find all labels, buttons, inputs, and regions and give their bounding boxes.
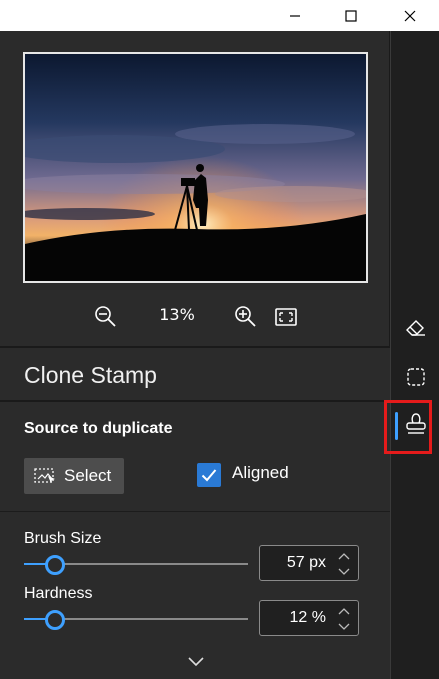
preview-image[interactable] [23, 52, 368, 283]
maximize-icon [345, 9, 357, 22]
brush-size-value: 57 px [286, 554, 326, 571]
section-title: Source to duplicate [24, 420, 173, 437]
minimize-icon [290, 14, 300, 17]
hardness-label: Hardness [24, 585, 93, 602]
aligned-label: Aligned [232, 463, 289, 482]
zoom-out-button[interactable] [94, 304, 118, 330]
hardness-spinbox[interactable]: 12 % [259, 600, 359, 636]
eraser-icon [405, 320, 425, 336]
section-divider [0, 511, 390, 512]
close-icon [404, 10, 416, 21]
header-divider [0, 400, 390, 402]
zoom-level: 13% [159, 305, 195, 324]
selection-icon [406, 368, 425, 386]
hardness-slider-thumb[interactable] [45, 610, 66, 630]
select-label: Select [64, 466, 112, 485]
decrement-icon[interactable] [338, 567, 350, 577]
minimize-button[interactable] [266, 0, 324, 31]
expand-chevron-icon[interactable] [187, 654, 205, 668]
select-area-icon [34, 468, 55, 483]
increment-icon[interactable] [338, 606, 350, 616]
decrement-icon[interactable] [338, 622, 350, 632]
checkmark-icon [201, 469, 217, 482]
fit-to-window-button[interactable] [275, 304, 297, 330]
zoom-in-icon [235, 306, 256, 327]
sunset-photo [25, 54, 366, 281]
image-preview-area: 13% [0, 31, 390, 346]
zoom-in-button[interactable] [234, 304, 258, 330]
brush-size-spinbox[interactable]: 57 px [259, 545, 359, 581]
brush-size-slider-thumb[interactable] [45, 555, 66, 575]
tool-sidebar [390, 31, 439, 679]
increment-icon[interactable] [338, 551, 350, 561]
title-bar [0, 0, 439, 31]
active-tool-highlight [384, 400, 432, 454]
brush-size-label: Brush Size [24, 530, 102, 547]
close-button[interactable] [381, 0, 439, 31]
select-source-button[interactable]: Select [24, 458, 124, 494]
aligned-checkbox[interactable] [197, 463, 221, 487]
hardness-value: 12 % [289, 609, 326, 626]
fit-to-window-icon [275, 308, 297, 326]
maximize-button[interactable] [322, 0, 380, 31]
selection-tool-button[interactable] [391, 359, 439, 395]
eraser-tool-button[interactable] [391, 310, 439, 346]
panel-title: Clone Stamp [24, 362, 157, 388]
zoom-out-icon [95, 306, 116, 327]
preview-divider [0, 346, 390, 348]
